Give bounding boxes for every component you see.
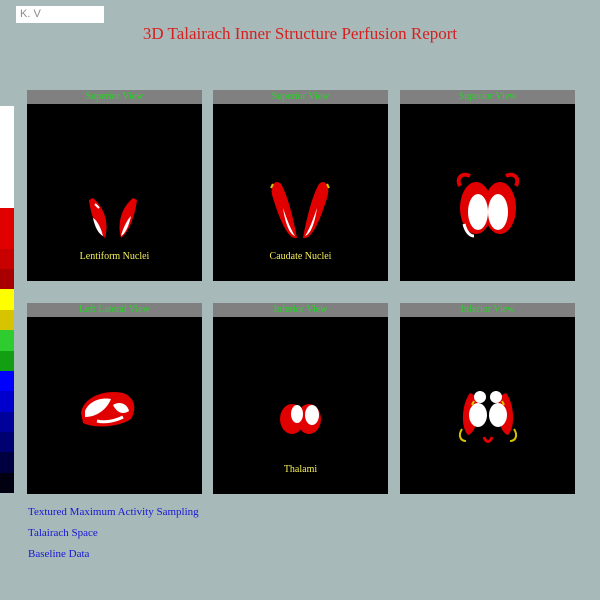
color-scale-band: [0, 350, 14, 371]
combined-structures-superior-render: [456, 172, 520, 238]
panel-render-area: [400, 317, 575, 494]
panel-lentiform-superior: Superior View Lentiform Nuclei: [27, 90, 202, 281]
combined-structures-inferior-render: [458, 391, 518, 443]
report-title: 3D Talairach Inner Structure Perfusion R…: [142, 24, 458, 43]
panel-caption: Caudate Nuclei: [269, 251, 332, 262]
panel-combined-inferior: Inferior View: [400, 303, 575, 494]
textured-maximum-activity-sampling-link[interactable]: Textured Maximum Activity Sampling: [28, 506, 199, 518]
patient-name-field[interactable]: K. V: [16, 6, 104, 23]
color-scale-band: [0, 126, 14, 147]
panel-header: Superior View: [27, 90, 202, 104]
color-scale-band: [0, 167, 14, 188]
perfusion-color-scale: [0, 106, 14, 494]
color-scale-band: [0, 269, 14, 290]
panel-caption: Lentiform Nuclei: [79, 251, 150, 262]
panel-render-area: Caudate Nuclei: [213, 104, 388, 281]
panel-render-area: Lentiform Nuclei: [27, 104, 202, 281]
panel-header: Inferior View: [213, 303, 388, 317]
panel-header: Superior View: [213, 90, 388, 104]
combined-structures-lateral-render: [81, 391, 135, 427]
color-scale-band: [0, 370, 14, 392]
panel-render-area: [27, 317, 202, 494]
panel-thalami-inferior: Inferior View Thalami: [213, 303, 388, 494]
panel-render-area: [400, 104, 575, 281]
panel-header: Left Lateral View: [27, 303, 202, 317]
baseline-data-link[interactable]: Baseline Data: [28, 548, 89, 560]
color-scale-band: [0, 452, 14, 473]
panel-render-area: Thalami: [213, 317, 388, 494]
color-scale-band: [0, 146, 14, 168]
panel-header: Superior View: [400, 90, 575, 104]
color-scale-band: [0, 106, 14, 127]
color-scale-band: [0, 289, 14, 310]
panel-caudate-superior: Superior View Caudate Nuclei: [213, 90, 388, 281]
color-scale-band: [0, 330, 14, 351]
color-scale-band: [0, 207, 14, 229]
color-scale-band: [0, 472, 14, 494]
color-scale-band: [0, 411, 14, 432]
color-scale-band: [0, 228, 14, 249]
panel-caption: Thalami: [283, 464, 318, 475]
color-scale-band: [0, 187, 14, 208]
color-scale-band: [0, 309, 14, 331]
panel-combined-superior: Superior View: [400, 90, 575, 281]
color-scale-band: [0, 391, 14, 412]
color-scale-band: [0, 432, 14, 453]
talairach-space-link[interactable]: Talairach Space: [28, 527, 98, 539]
color-scale-band: [0, 248, 14, 269]
panel-combined-lateral: Left Lateral View: [27, 303, 202, 494]
panel-header: Inferior View: [400, 303, 575, 317]
